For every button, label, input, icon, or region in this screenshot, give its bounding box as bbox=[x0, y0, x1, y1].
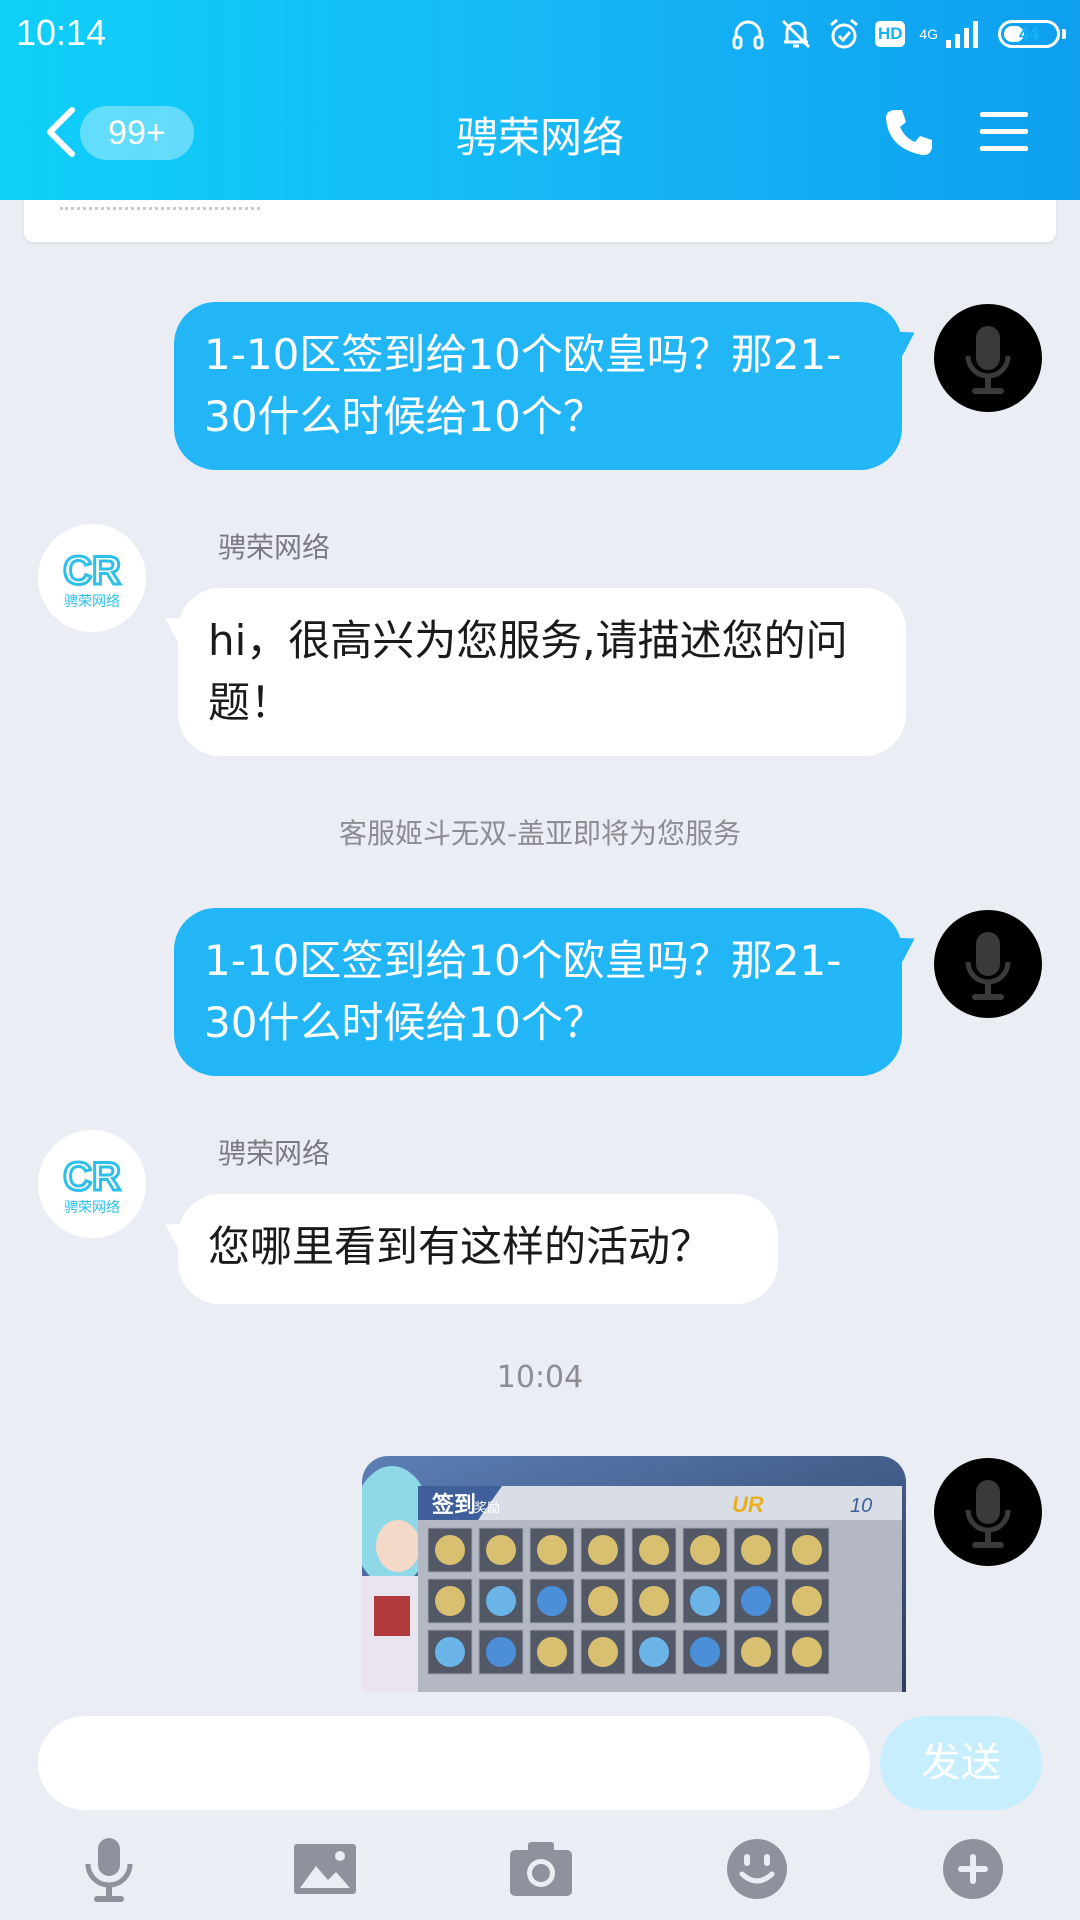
game-panel-title: 签到 bbox=[431, 1492, 476, 1518]
bell-muted-icon bbox=[782, 19, 811, 49]
chat-area[interactable]: 1-10区签到给10个欧皇吗？那21-30什么时候给10个？ CR 骋荣网络 骋… bbox=[0, 200, 1080, 1692]
reward-item bbox=[435, 1535, 465, 1565]
game-panel-subtitle: 奖励 bbox=[474, 1501, 500, 1516]
reward-item bbox=[486, 1637, 516, 1667]
phone-icon[interactable] bbox=[884, 106, 936, 158]
reward-item bbox=[537, 1535, 567, 1565]
message-input[interactable] bbox=[38, 1716, 870, 1810]
unread-count-badge[interactable]: 99+ bbox=[80, 106, 194, 160]
previous-message-card bbox=[24, 200, 1056, 242]
reward-item bbox=[690, 1637, 720, 1667]
timestamp: 10:04 bbox=[496, 1360, 584, 1395]
reward-item bbox=[588, 1586, 618, 1616]
image-message[interactable]: 签到 奖励 UR 10 bbox=[362, 1456, 906, 1692]
reward-item bbox=[537, 1586, 567, 1616]
reward-item bbox=[588, 1637, 618, 1667]
sender-name: 骋荣网络 bbox=[218, 1137, 331, 1170]
game-signin-count: 10 bbox=[850, 1495, 872, 1517]
agent-avatar[interactable]: CR 骋荣网络 bbox=[38, 1130, 146, 1238]
microphone-icon bbox=[965, 326, 1011, 394]
top-bar: 10:14 HD 4G 44 99+ 骋荣网络 bbox=[0, 0, 1080, 200]
reward-item bbox=[741, 1637, 771, 1667]
status-icons: HD 4G 44 bbox=[731, 14, 1066, 54]
sender-name: 骋荣网络 bbox=[218, 531, 331, 564]
hd-badge: HD bbox=[875, 21, 906, 47]
battery-level: 44 bbox=[1018, 23, 1040, 44]
menu-icon[interactable] bbox=[980, 110, 1028, 154]
image-icon[interactable] bbox=[290, 1834, 360, 1904]
reward-item bbox=[690, 1535, 720, 1565]
reward-item bbox=[792, 1637, 822, 1667]
reward-item bbox=[741, 1535, 771, 1565]
svg-text:CR: CR bbox=[63, 549, 121, 593]
reward-item bbox=[435, 1586, 465, 1616]
camera-icon[interactable] bbox=[506, 1834, 576, 1904]
plus-icon[interactable] bbox=[938, 1834, 1008, 1904]
alarm-icon bbox=[830, 18, 859, 49]
network-type: 4G bbox=[919, 26, 938, 42]
svg-text:CR: CR bbox=[63, 1155, 121, 1199]
svg-text:骋荣网络: 骋荣网络 bbox=[64, 1200, 120, 1216]
battery-icon: 44 bbox=[998, 20, 1060, 48]
outgoing-message[interactable]: 1-10区签到给10个欧皇吗？那21-30什么时候给10个？ bbox=[174, 908, 902, 1076]
outgoing-message[interactable]: 1-10区签到给10个欧皇吗？那21-30什么时候给10个？ bbox=[174, 302, 902, 470]
game-screenshot: 签到 奖励 UR 10 bbox=[362, 1466, 902, 1692]
reward-item bbox=[639, 1586, 669, 1616]
reward-item bbox=[537, 1637, 567, 1667]
reward-item bbox=[741, 1586, 771, 1616]
reward-item bbox=[588, 1535, 618, 1565]
agent-avatar[interactable]: CR 骋荣网络 bbox=[38, 524, 146, 632]
chevron-left-icon[interactable] bbox=[40, 104, 80, 160]
company-logo: CR 骋荣网络 bbox=[62, 1154, 123, 1217]
incoming-message[interactable]: hi，很高兴为您服务,请描述您的问题！ bbox=[178, 588, 906, 756]
emoji-icon[interactable] bbox=[722, 1834, 792, 1904]
user-avatar[interactable] bbox=[934, 1458, 1042, 1566]
battery-cap bbox=[1062, 29, 1066, 39]
reward-item bbox=[792, 1535, 822, 1565]
reward-item bbox=[639, 1637, 669, 1667]
user-avatar[interactable] bbox=[934, 304, 1042, 412]
company-logo: CR 骋荣网络 bbox=[62, 548, 123, 611]
composer-bar: 发送 bbox=[0, 1692, 1080, 1920]
svg-text:骋荣网络: 骋荣网络 bbox=[64, 594, 120, 610]
microphone-icon[interactable] bbox=[74, 1834, 144, 1904]
reward-item bbox=[435, 1637, 465, 1667]
reward-item bbox=[486, 1535, 516, 1565]
signal-icon bbox=[946, 21, 978, 48]
headphones-icon bbox=[732, 20, 764, 50]
incoming-message[interactable]: 您哪里看到有这样的活动？ bbox=[178, 1194, 778, 1304]
send-button[interactable]: 发送 bbox=[880, 1716, 1042, 1810]
microphone-icon bbox=[965, 932, 1011, 1000]
reward-item bbox=[486, 1586, 516, 1616]
reward-item bbox=[639, 1535, 669, 1565]
game-ur-badge: UR bbox=[732, 1492, 764, 1517]
reward-item bbox=[690, 1586, 720, 1616]
microphone-icon bbox=[965, 1480, 1011, 1548]
status-time: 10:14 bbox=[16, 12, 107, 53]
system-notice: 客服姬斗无双-盖亚即将为您服务 bbox=[338, 817, 742, 850]
reward-item bbox=[792, 1586, 822, 1616]
user-avatar[interactable] bbox=[934, 910, 1042, 1018]
